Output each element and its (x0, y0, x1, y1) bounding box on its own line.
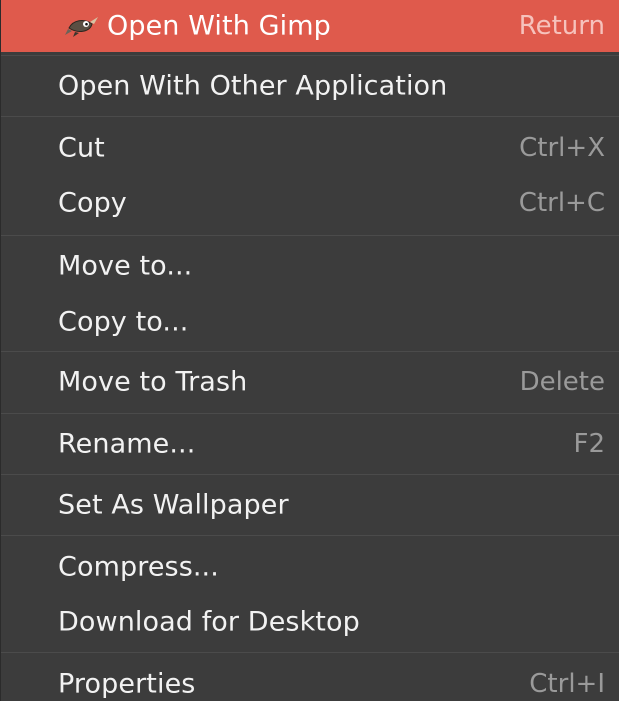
menu-item-accelerator: Return (518, 11, 605, 41)
menu-item-move-to-trash[interactable]: Move to Trash Delete (1, 356, 619, 408)
menu-separator (1, 474, 619, 475)
gimp-app-icon (65, 13, 99, 37)
menu-item-label: Properties (58, 668, 196, 700)
menu-item-label: Rename... (58, 428, 196, 460)
menu-separator (1, 116, 619, 117)
menu-separator (1, 235, 619, 236)
menu-item-accelerator: Ctrl+C (518, 188, 605, 218)
menu-item-properties[interactable]: Properties Ctrl+I (1, 658, 619, 701)
menu-item-accelerator: Ctrl+I (529, 669, 605, 699)
menu-item-label: Open With Other Application (58, 70, 448, 102)
menu-item-label: Open With Gimp (107, 10, 331, 42)
menu-item-label: Cut (58, 132, 105, 164)
menu-item-label: Compress... (58, 551, 219, 583)
menu-item-label: Copy (58, 187, 127, 219)
menu-item-label: Download for Desktop (58, 606, 360, 638)
menu-item-cut[interactable]: Cut Ctrl+X (1, 122, 619, 174)
menu-item-copy-to[interactable]: Copy to... (1, 296, 619, 348)
menu-item-compress[interactable]: Compress... (1, 541, 619, 593)
menu-item-move-to[interactable]: Move to... (1, 240, 619, 292)
menu-item-download-for-desktop[interactable]: Download for Desktop (1, 596, 619, 648)
menu-separator (1, 351, 619, 352)
menu-item-label: Set As Wallpaper (58, 489, 289, 521)
menu-item-copy[interactable]: Copy Ctrl+C (1, 177, 619, 229)
menu-separator (1, 413, 619, 414)
menu-item-accelerator: Delete (519, 367, 605, 397)
context-menu: Open With Gimp Return Open With Other Ap… (0, 0, 619, 701)
menu-item-label: Move to Trash (58, 366, 248, 398)
menu-item-accelerator: F2 (573, 429, 606, 459)
menu-item-label: Move to... (58, 250, 193, 282)
menu-separator (1, 535, 619, 536)
menu-item-open-with-other-application[interactable]: Open With Other Application (1, 60, 619, 112)
menu-item-label: Copy to... (58, 306, 189, 338)
menu-item-open-with-gimp[interactable]: Open With Gimp Return (1, 0, 619, 52)
menu-item-rename[interactable]: Rename... F2 (1, 418, 619, 470)
menu-item-accelerator: Ctrl+X (519, 133, 605, 163)
menu-separator (1, 55, 619, 56)
menu-separator (1, 652, 619, 653)
menu-item-set-as-wallpaper[interactable]: Set As Wallpaper (1, 479, 619, 531)
